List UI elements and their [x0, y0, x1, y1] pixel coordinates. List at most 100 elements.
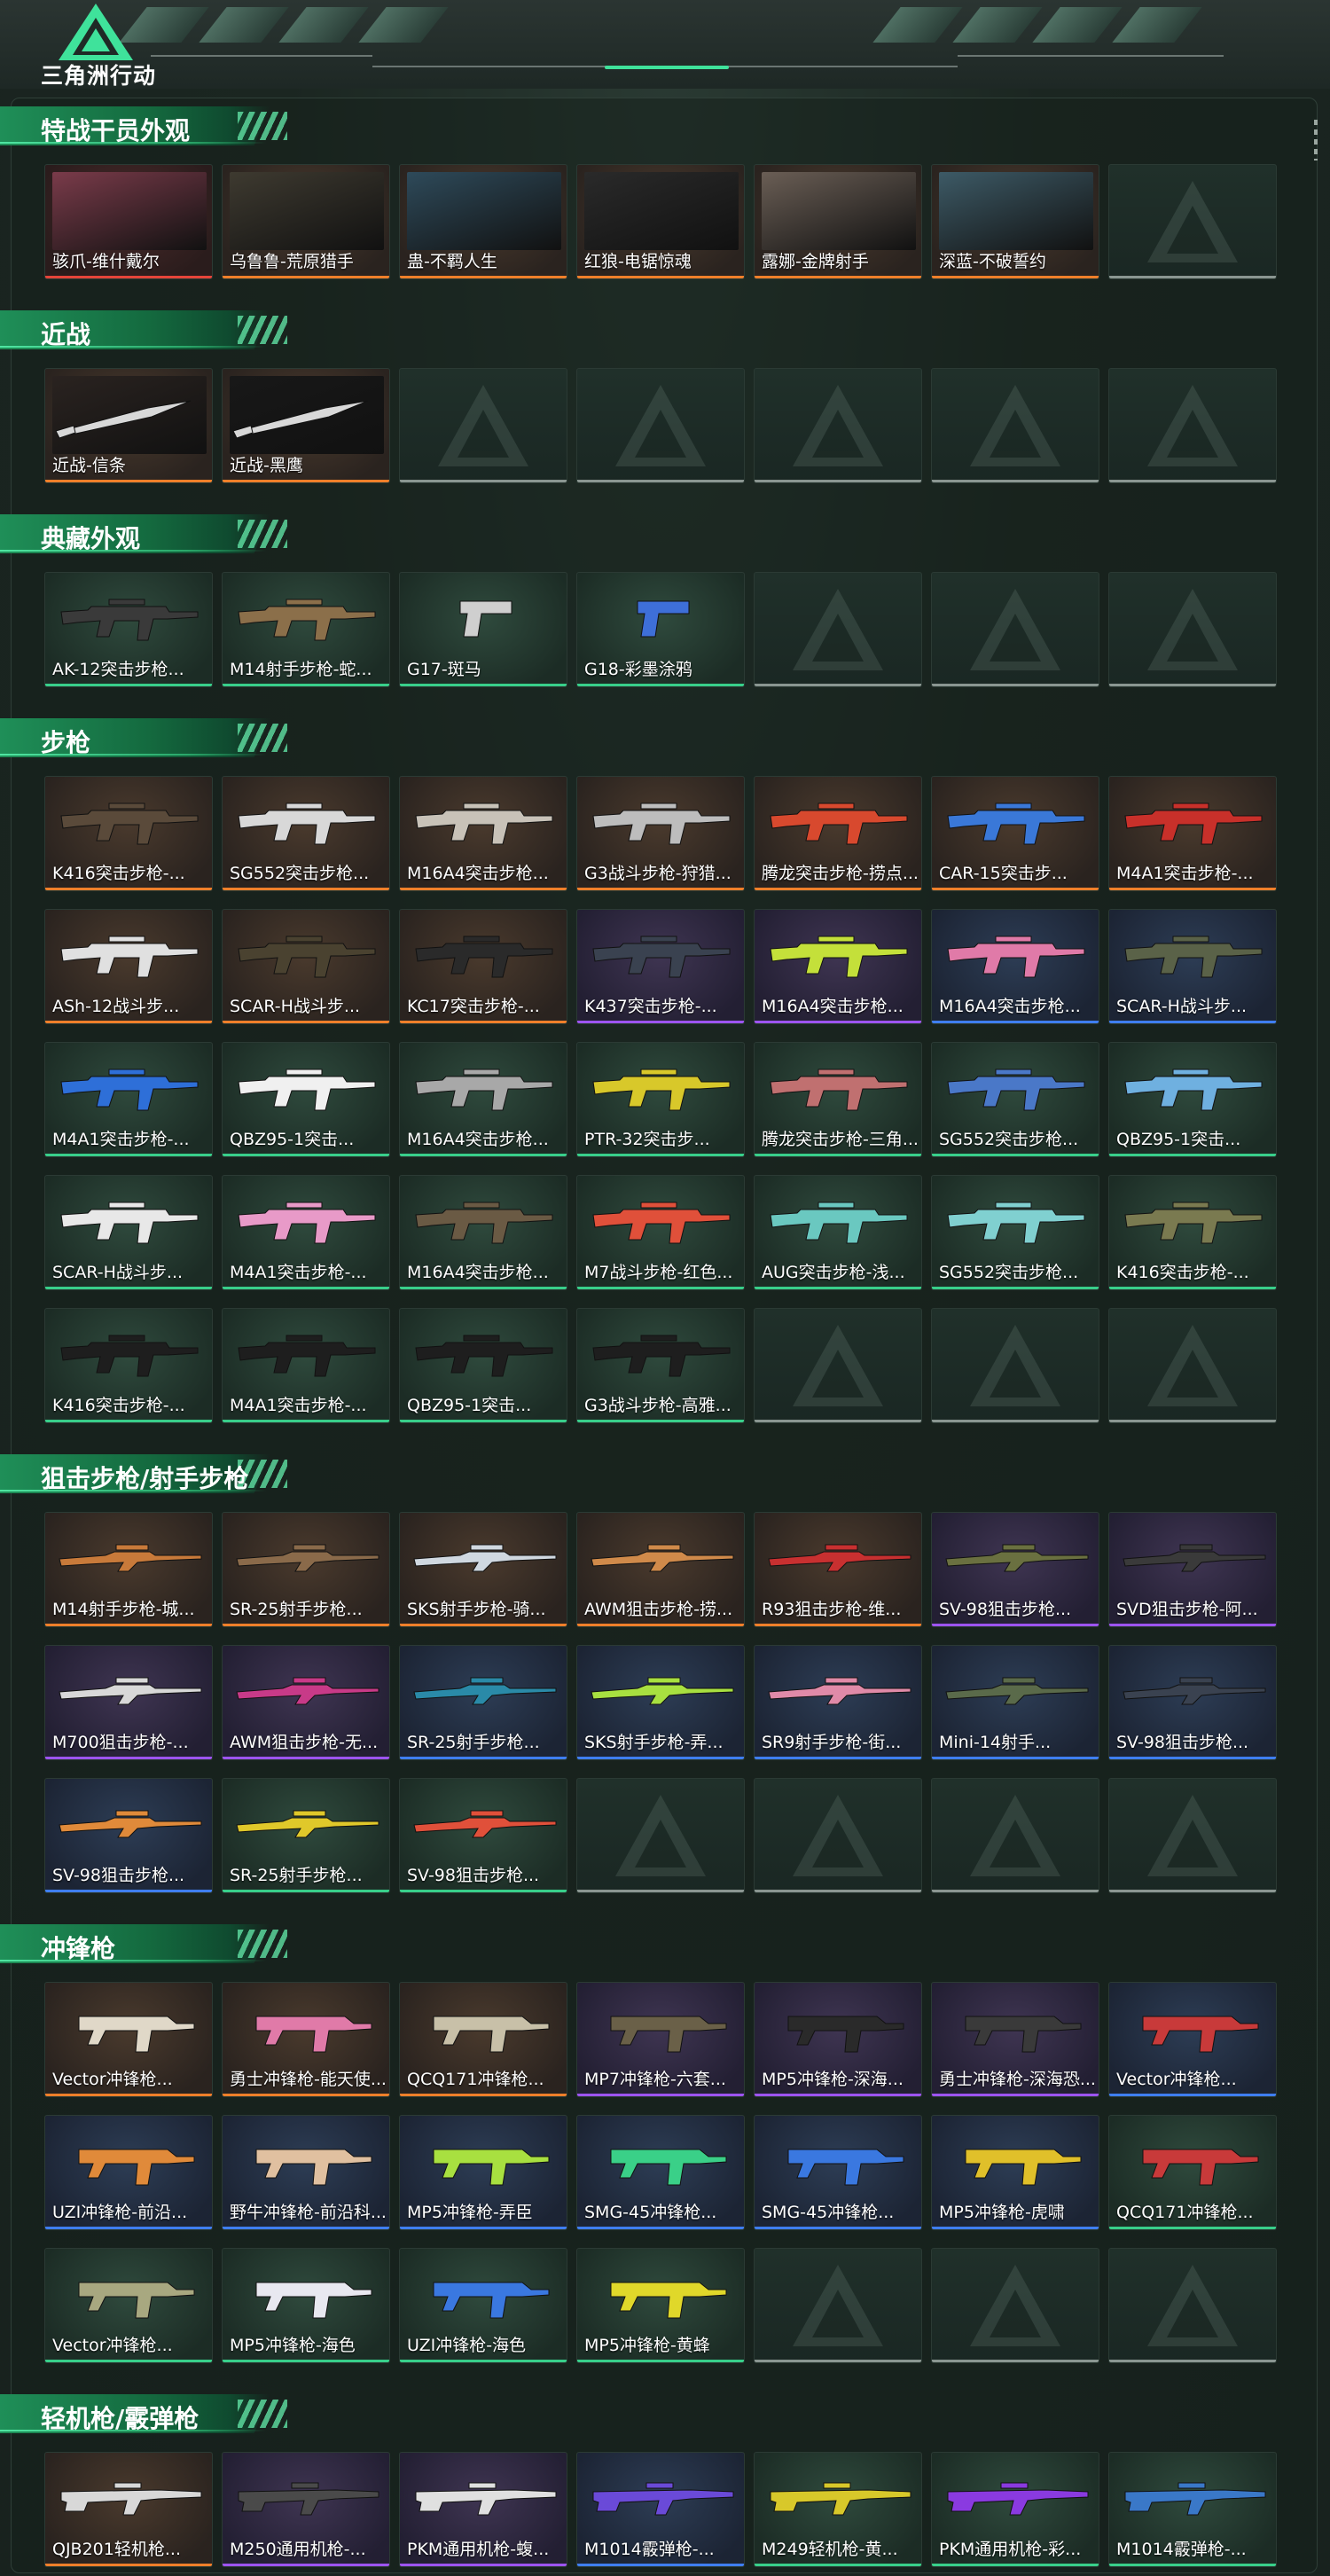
rarity-bar: [223, 1890, 389, 1892]
skin-item-card[interactable]: UZI冲锋枪-前沿...: [44, 2115, 213, 2230]
skin-item-card[interactable]: M1014霰弹枪-...: [576, 2452, 745, 2567]
skin-item-card[interactable]: 野牛冲锋枪-前沿科...: [222, 2115, 390, 2230]
rarity-bar: [400, 2227, 567, 2229]
skin-item-card[interactable]: G17-斑马: [399, 572, 567, 687]
sniper-icon: [1123, 1544, 1266, 1572]
skin-item-card[interactable]: M7战斗步枪-红色...: [576, 1175, 745, 1290]
skin-item-card[interactable]: 乌鲁鲁-荒原猎手: [222, 164, 390, 279]
skin-item-card[interactable]: M4A1突击步枪-...: [44, 1042, 213, 1157]
skin-item-card[interactable]: KC17突击步枪-...: [399, 909, 567, 1024]
skin-item-card[interactable]: 腾龙突击步枪-三角...: [754, 1042, 922, 1157]
skin-item-card[interactable]: 露娜-金牌射手: [754, 164, 922, 279]
skin-item-card[interactable]: SCAR-H战斗步...: [222, 909, 390, 1024]
rarity-bar: [932, 480, 1099, 482]
skin-item-card[interactable]: SG552突击步枪...: [222, 776, 390, 891]
skin-item-card[interactable]: QBZ95-1突击...: [1108, 1042, 1277, 1157]
skin-item-card[interactable]: SVD狙击步枪-阿...: [1108, 1512, 1277, 1627]
skin-item-card[interactable]: M16A4突击步枪...: [399, 1042, 567, 1157]
skin-item-card[interactable]: QBZ95-1突击...: [222, 1042, 390, 1157]
skin-item-card[interactable]: G3战斗步枪-狩猎...: [576, 776, 745, 891]
skin-item-card[interactable]: M250通用机枪-...: [222, 2452, 390, 2567]
skin-item-card[interactable]: K416突击步枪-...: [44, 1308, 213, 1423]
skin-item-card[interactable]: SV-98狙击步枪...: [399, 1778, 567, 1893]
skin-item-card[interactable]: M1014霰弹枪-...: [1108, 2452, 1277, 2567]
skin-item-card[interactable]: QBZ95-1突击...: [399, 1308, 567, 1423]
skin-item-card[interactable]: SR9射手步枪-街...: [754, 1645, 922, 1760]
skin-item-card[interactable]: Vector冲锋枪...: [44, 2248, 213, 2363]
skin-item-card[interactable]: M16A4突击步枪...: [399, 1175, 567, 1290]
skin-item-card[interactable]: SCAR-H战斗步...: [44, 1175, 213, 1290]
skin-item-label: G17-斑马: [407, 660, 481, 679]
skin-item-card[interactable]: SV-98狙击步枪...: [1108, 1645, 1277, 1760]
skin-item-card[interactable]: M4A1突击步枪-...: [1108, 776, 1277, 891]
rarity-bar: [932, 1154, 1099, 1156]
skin-item-card[interactable]: 骇爪-维什戴尔: [44, 164, 213, 279]
skin-item-card[interactable]: M16A4突击步枪...: [931, 909, 1099, 1024]
skin-item-card[interactable]: Mini-14射手...: [931, 1645, 1099, 1760]
skin-item-card[interactable]: 勇士冲锋枪-深海恐...: [931, 1982, 1099, 2097]
skin-item-card[interactable]: G3战斗步枪-高雅...: [576, 1308, 745, 1423]
skin-item-card[interactable]: SG552突击步枪...: [931, 1042, 1099, 1157]
skin-item-card[interactable]: MP5冲锋枪-黄蜂: [576, 2248, 745, 2363]
skin-item-card[interactable]: QCQ171冲锋枪...: [1108, 2115, 1277, 2230]
skin-item-card[interactable]: 近战-黑鹰: [222, 368, 390, 483]
skin-item-card[interactable]: Vector冲锋枪...: [44, 1982, 213, 2097]
skin-item-card[interactable]: AWM狙击步枪-捞...: [576, 1512, 745, 1627]
skin-item-card[interactable]: 近战-信条: [44, 368, 213, 483]
skin-item-card[interactable]: MP5冲锋枪-弄臣: [399, 2115, 567, 2230]
skin-item-card[interactable]: M14射手步枪-城...: [44, 1512, 213, 1627]
smg-icon: [610, 2149, 727, 2186]
skin-item-card[interactable]: ASh-12战斗步...: [44, 909, 213, 1024]
skin-item-card[interactable]: G18-彩墨涂鸦: [576, 572, 745, 687]
skin-item-card[interactable]: SCAR-H战斗步...: [1108, 909, 1277, 1024]
skin-item-card[interactable]: SMG-45冲锋枪...: [754, 2115, 922, 2230]
skin-item-card[interactable]: Vector冲锋枪...: [1108, 1982, 1277, 2097]
skin-item-card[interactable]: M14射手步枪-蛇...: [222, 572, 390, 687]
skin-item-card[interactable]: MP7冲锋枪-六套...: [576, 1982, 745, 2097]
skin-item-card[interactable]: K416突击步枪-...: [44, 776, 213, 891]
skin-item-card[interactable]: MP5冲锋枪-海色: [222, 2248, 390, 2363]
skin-item-label: 野牛冲锋枪-前沿科...: [230, 2203, 386, 2222]
skin-item-label: G18-彩墨涂鸦: [584, 660, 692, 679]
skin-item-card[interactable]: QJB201轻机枪...: [44, 2452, 213, 2567]
skin-item-card[interactable]: M4A1突击步枪-...: [222, 1308, 390, 1423]
skin-item-card[interactable]: PKM通用机枪-蝮...: [399, 2452, 567, 2567]
skin-item-card[interactable]: SR-25射手步枪...: [399, 1645, 567, 1760]
skin-item-card[interactable]: SR-25射手步枪...: [222, 1778, 390, 1893]
skin-item-card[interactable]: 深蓝-不破誓约: [931, 164, 1099, 279]
skin-item-card[interactable]: 勇士冲锋枪-能天使...: [222, 1982, 390, 2097]
skin-item-card[interactable]: AUG突击步枪-浅...: [754, 1175, 922, 1290]
empty-slot-icon: [1147, 1795, 1238, 1876]
skin-item-card[interactable]: MP5冲锋枪-深海...: [754, 1982, 922, 2097]
skin-item-card[interactable]: MP5冲锋枪-虎啸: [931, 2115, 1099, 2230]
skin-item-card[interactable]: PKM通用机枪-彩...: [931, 2452, 1099, 2567]
skin-item-card[interactable]: SMG-45冲锋枪...: [576, 2115, 745, 2230]
skin-item-card[interactable]: SKS射手步枪-骑...: [399, 1512, 567, 1627]
skin-item-card[interactable]: K416突击步枪-...: [1108, 1175, 1277, 1290]
skin-item-card[interactable]: UZI冲锋枪-海色: [399, 2248, 567, 2363]
skin-item-card[interactable]: M4A1突击步枪-...: [222, 1175, 390, 1290]
skin-item-card[interactable]: PTR-32突击步...: [576, 1042, 745, 1157]
skin-item-card[interactable]: 红狼-电锯惊魂: [576, 164, 745, 279]
skin-item-card[interactable]: SV-98狙击步枪...: [931, 1512, 1099, 1627]
skin-item-card[interactable]: 蛊-不羁人生: [399, 164, 567, 279]
scroll-indicator[interactable]: [1314, 120, 1318, 161]
skin-item-card[interactable]: M700狙击步枪-...: [44, 1645, 213, 1760]
skin-item-label: SV-98狙击步枪...: [1116, 1733, 1249, 1752]
skin-item-card[interactable]: QCQ171冲锋枪...: [399, 1982, 567, 2097]
skin-item-card[interactable]: M16A4突击步枪...: [399, 776, 567, 891]
pistol-icon: [637, 600, 690, 638]
skin-item-card[interactable]: M249轻机枪-黄...: [754, 2452, 922, 2567]
skin-item-card[interactable]: 腾龙突击步枪-捞点...: [754, 776, 922, 891]
rarity-bar: [223, 684, 389, 686]
skin-item-card[interactable]: K437突击步枪-...: [576, 909, 745, 1024]
skin-item-card[interactable]: R93狙击步枪-维...: [754, 1512, 922, 1627]
skin-item-card[interactable]: SKS射手步枪-弄...: [576, 1645, 745, 1760]
skin-item-card[interactable]: SV-98狙击步枪...: [44, 1778, 213, 1893]
skin-item-card[interactable]: CAR-15突击步...: [931, 776, 1099, 891]
skin-item-card[interactable]: AK-12突击步枪...: [44, 572, 213, 687]
skin-item-card[interactable]: M16A4突击步枪...: [754, 909, 922, 1024]
skin-item-card[interactable]: SR-25射手步枪...: [222, 1512, 390, 1627]
skin-item-card[interactable]: AWM狙击步枪-无...: [222, 1645, 390, 1760]
skin-item-card[interactable]: SG552突击步枪...: [931, 1175, 1099, 1290]
